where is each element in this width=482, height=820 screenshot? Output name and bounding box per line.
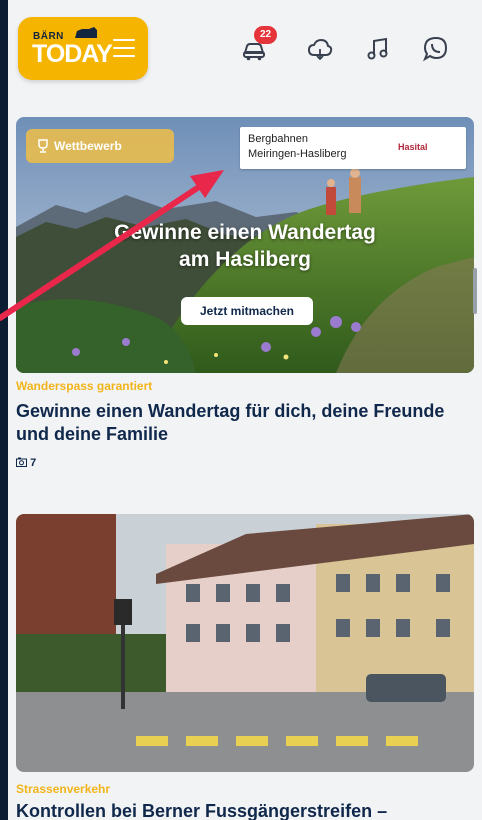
- annotation-arrow: [0, 170, 224, 321]
